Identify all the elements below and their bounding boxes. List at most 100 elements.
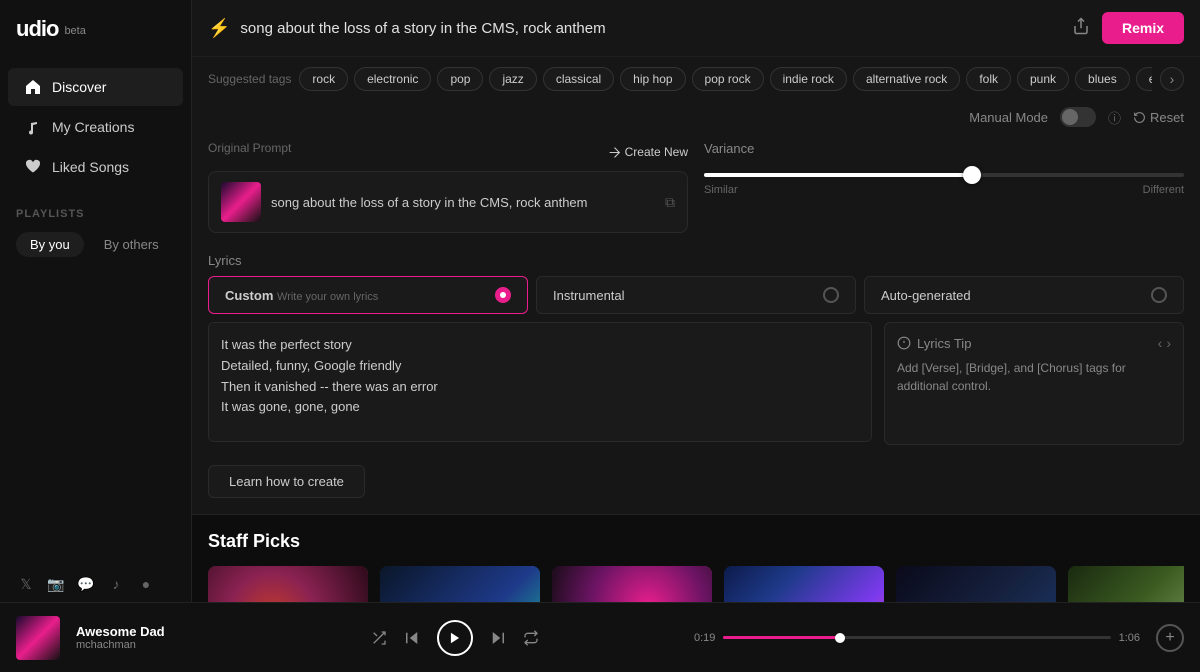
remix-actions: Remix: [1068, 12, 1184, 44]
tag-punk[interactable]: punk: [1017, 67, 1069, 91]
player-info: Awesome Dad mchachman: [76, 624, 216, 651]
discord-icon[interactable]: 💬: [76, 574, 96, 594]
reddit-icon[interactable]: ●: [136, 574, 156, 594]
pick-card-6[interactable]: [1068, 566, 1184, 602]
tag-experimental[interactable]: experimental: [1136, 67, 1152, 91]
copy-icon[interactable]: ⧉: [665, 194, 675, 211]
lyrics-content-area: It was the perfect story Detailed, funny…: [208, 322, 1184, 445]
next-button[interactable]: [489, 629, 507, 647]
lyrics-textarea-wrapper: It was the perfect story Detailed, funny…: [208, 322, 872, 445]
auto-generated-tab-label: Auto-generated: [881, 288, 971, 303]
progress-thumb: [835, 633, 845, 643]
play-pause-button[interactable]: [437, 620, 473, 656]
manual-mode-toggle[interactable]: [1060, 107, 1096, 127]
tag-alternative-rock[interactable]: alternative rock: [853, 67, 960, 91]
sidebar-item-my-creations[interactable]: My Creations: [8, 108, 183, 146]
tag-indie-rock[interactable]: indie rock: [770, 67, 847, 91]
remix-panel: ⚡ song about the loss of a story in the …: [192, 0, 1200, 515]
tag-jazz[interactable]: jazz: [489, 67, 536, 91]
learn-section: Learn how to create: [192, 457, 1200, 514]
tag-pop[interactable]: pop: [437, 67, 483, 91]
sidebar-item-liked-songs[interactable]: Liked Songs: [8, 148, 183, 186]
tags-next-button[interactable]: ›: [1160, 67, 1184, 91]
original-prompt-label: Original Prompt: [208, 141, 291, 155]
player-bar: Awesome Dad mchachman 0:19 1:06 +: [0, 602, 1200, 672]
reset-button[interactable]: Reset: [1133, 110, 1184, 125]
social-links: 𝕏 📷 💬 ♪ ●: [0, 566, 191, 602]
prompt-left: Original Prompt Create New song about th…: [208, 141, 688, 233]
share-button[interactable]: [1068, 13, 1094, 44]
create-new-button[interactable]: Create New: [608, 145, 688, 159]
manual-mode-label: Manual Mode: [969, 110, 1048, 125]
pick-card-5[interactable]: [896, 566, 1056, 602]
prompt-card: song about the loss of a story in the CM…: [208, 171, 688, 233]
total-time: 1:06: [1119, 632, 1140, 644]
watch-text: WATCH: [405, 600, 516, 602]
current-time: 0:19: [694, 632, 715, 644]
variance-slider[interactable]: [704, 173, 1184, 177]
tag-electronic[interactable]: electronic: [354, 67, 431, 91]
variance-similar-label: Similar: [704, 184, 738, 196]
tag-classical[interactable]: classical: [543, 67, 614, 91]
tag-hip-hop[interactable]: hip hop: [620, 67, 685, 91]
logo-area: udio beta: [0, 0, 191, 58]
tab-instrumental[interactable]: Instrumental: [536, 276, 856, 314]
playlists-section-label: PLAYLISTS: [0, 196, 191, 226]
tip-next-button[interactable]: ›: [1166, 335, 1171, 351]
add-to-playlist-button[interactable]: +: [1156, 624, 1184, 652]
pick-card-2[interactable]: WATCH: [380, 566, 540, 602]
lyrics-label: Lyrics: [208, 253, 1184, 268]
instrumental-radio: [823, 287, 839, 303]
tag-pop-rock[interactable]: pop rock: [692, 67, 764, 91]
tip-navigation: ‹ ›: [1158, 335, 1171, 351]
pick-card-1[interactable]: [208, 566, 368, 602]
prev-button[interactable]: [403, 629, 421, 647]
pick-card-3[interactable]: [552, 566, 712, 602]
tip-prev-button[interactable]: ‹: [1158, 335, 1163, 351]
repeat-button[interactable]: [523, 630, 539, 646]
now-playing-title: Awesome Dad: [76, 624, 216, 639]
auto-generated-radio: [1151, 287, 1167, 303]
prompt-card-text: song about the loss of a story in the CM…: [271, 195, 655, 210]
progress-track[interactable]: [723, 636, 1110, 639]
custom-radio: [495, 287, 511, 303]
twitter-icon[interactable]: 𝕏: [16, 574, 36, 594]
playlist-tabs: By you By others: [0, 226, 191, 263]
pick-card-4[interactable]: [724, 566, 884, 602]
bolt-icon: ⚡: [208, 18, 230, 39]
sidebar: udio beta Discover My Creations L: [0, 0, 192, 602]
sidebar-item-discover[interactable]: Discover: [8, 68, 183, 106]
variance-section: Variance Similar Different: [704, 141, 1184, 233]
info-icon[interactable]: ⓘ: [1108, 108, 1121, 127]
progress-fill: [723, 636, 839, 639]
tab-custom[interactable]: Custom Write your own lyrics: [208, 276, 528, 314]
discover-label: Discover: [52, 79, 106, 95]
picks-grid: WATCH: [208, 566, 1184, 602]
player-controls: [232, 620, 678, 656]
tab-auto-generated[interactable]: Auto-generated: [864, 276, 1184, 314]
tag-blues[interactable]: blues: [1075, 67, 1130, 91]
tiktok-icon[interactable]: ♪: [106, 574, 126, 594]
tab-by-others[interactable]: By others: [90, 232, 173, 257]
tab-by-you[interactable]: By you: [16, 232, 84, 257]
main-content: ⚡ song about the loss of a story in the …: [192, 0, 1200, 602]
learn-how-button[interactable]: Learn how to create: [208, 465, 365, 498]
instrumental-tab-label: Instrumental: [553, 288, 625, 303]
lyrics-tip-title: Lyrics Tip: [897, 336, 971, 351]
custom-tab-label: Custom Write your own lyrics: [225, 288, 378, 303]
lyrics-tip-panel: Lyrics Tip ‹ › Add [Verse], [Bridge], an…: [884, 322, 1184, 445]
instagram-icon[interactable]: 📷: [46, 574, 66, 594]
lyrics-input[interactable]: It was the perfect story Detailed, funny…: [208, 322, 872, 442]
app-logo: udio: [16, 16, 58, 42]
tag-rock[interactable]: rock: [299, 67, 348, 91]
lyrics-tip-header: Lyrics Tip ‹ ›: [897, 335, 1171, 351]
shuffle-button[interactable]: [371, 630, 387, 646]
player-thumbnail: [16, 616, 60, 660]
remix-button[interactable]: Remix: [1102, 12, 1184, 44]
tag-folk[interactable]: folk: [966, 67, 1011, 91]
player-right: +: [1156, 624, 1184, 652]
remix-prompt-text: song about the loss of a story in the CM…: [240, 20, 1058, 37]
suggested-tags-label: Suggested tags: [208, 72, 291, 86]
staff-picks-section: Staff Picks WATCH: [192, 515, 1200, 602]
lyrics-tip-content: Add [Verse], [Bridge], and [Chorus] tags…: [897, 359, 1171, 395]
